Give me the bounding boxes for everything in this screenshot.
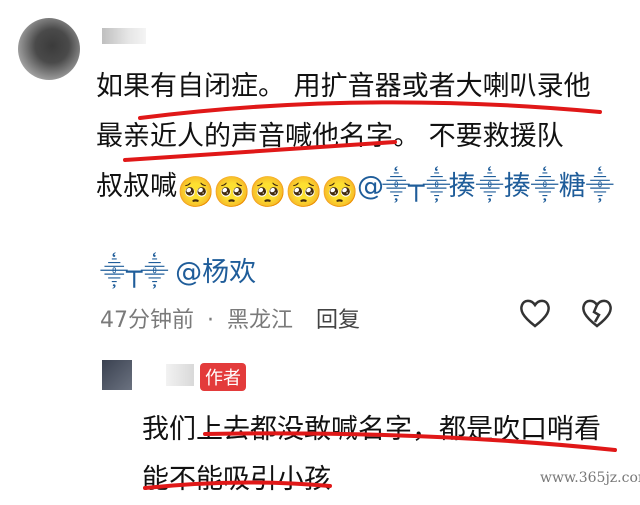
annotation-underlines [123, 100, 617, 490]
underline-1 [138, 100, 602, 120]
underline-3 [203, 431, 617, 452]
underline-2 [123, 140, 397, 162]
underline-4 [143, 480, 332, 490]
watermark: www.365jz.com [540, 470, 640, 486]
